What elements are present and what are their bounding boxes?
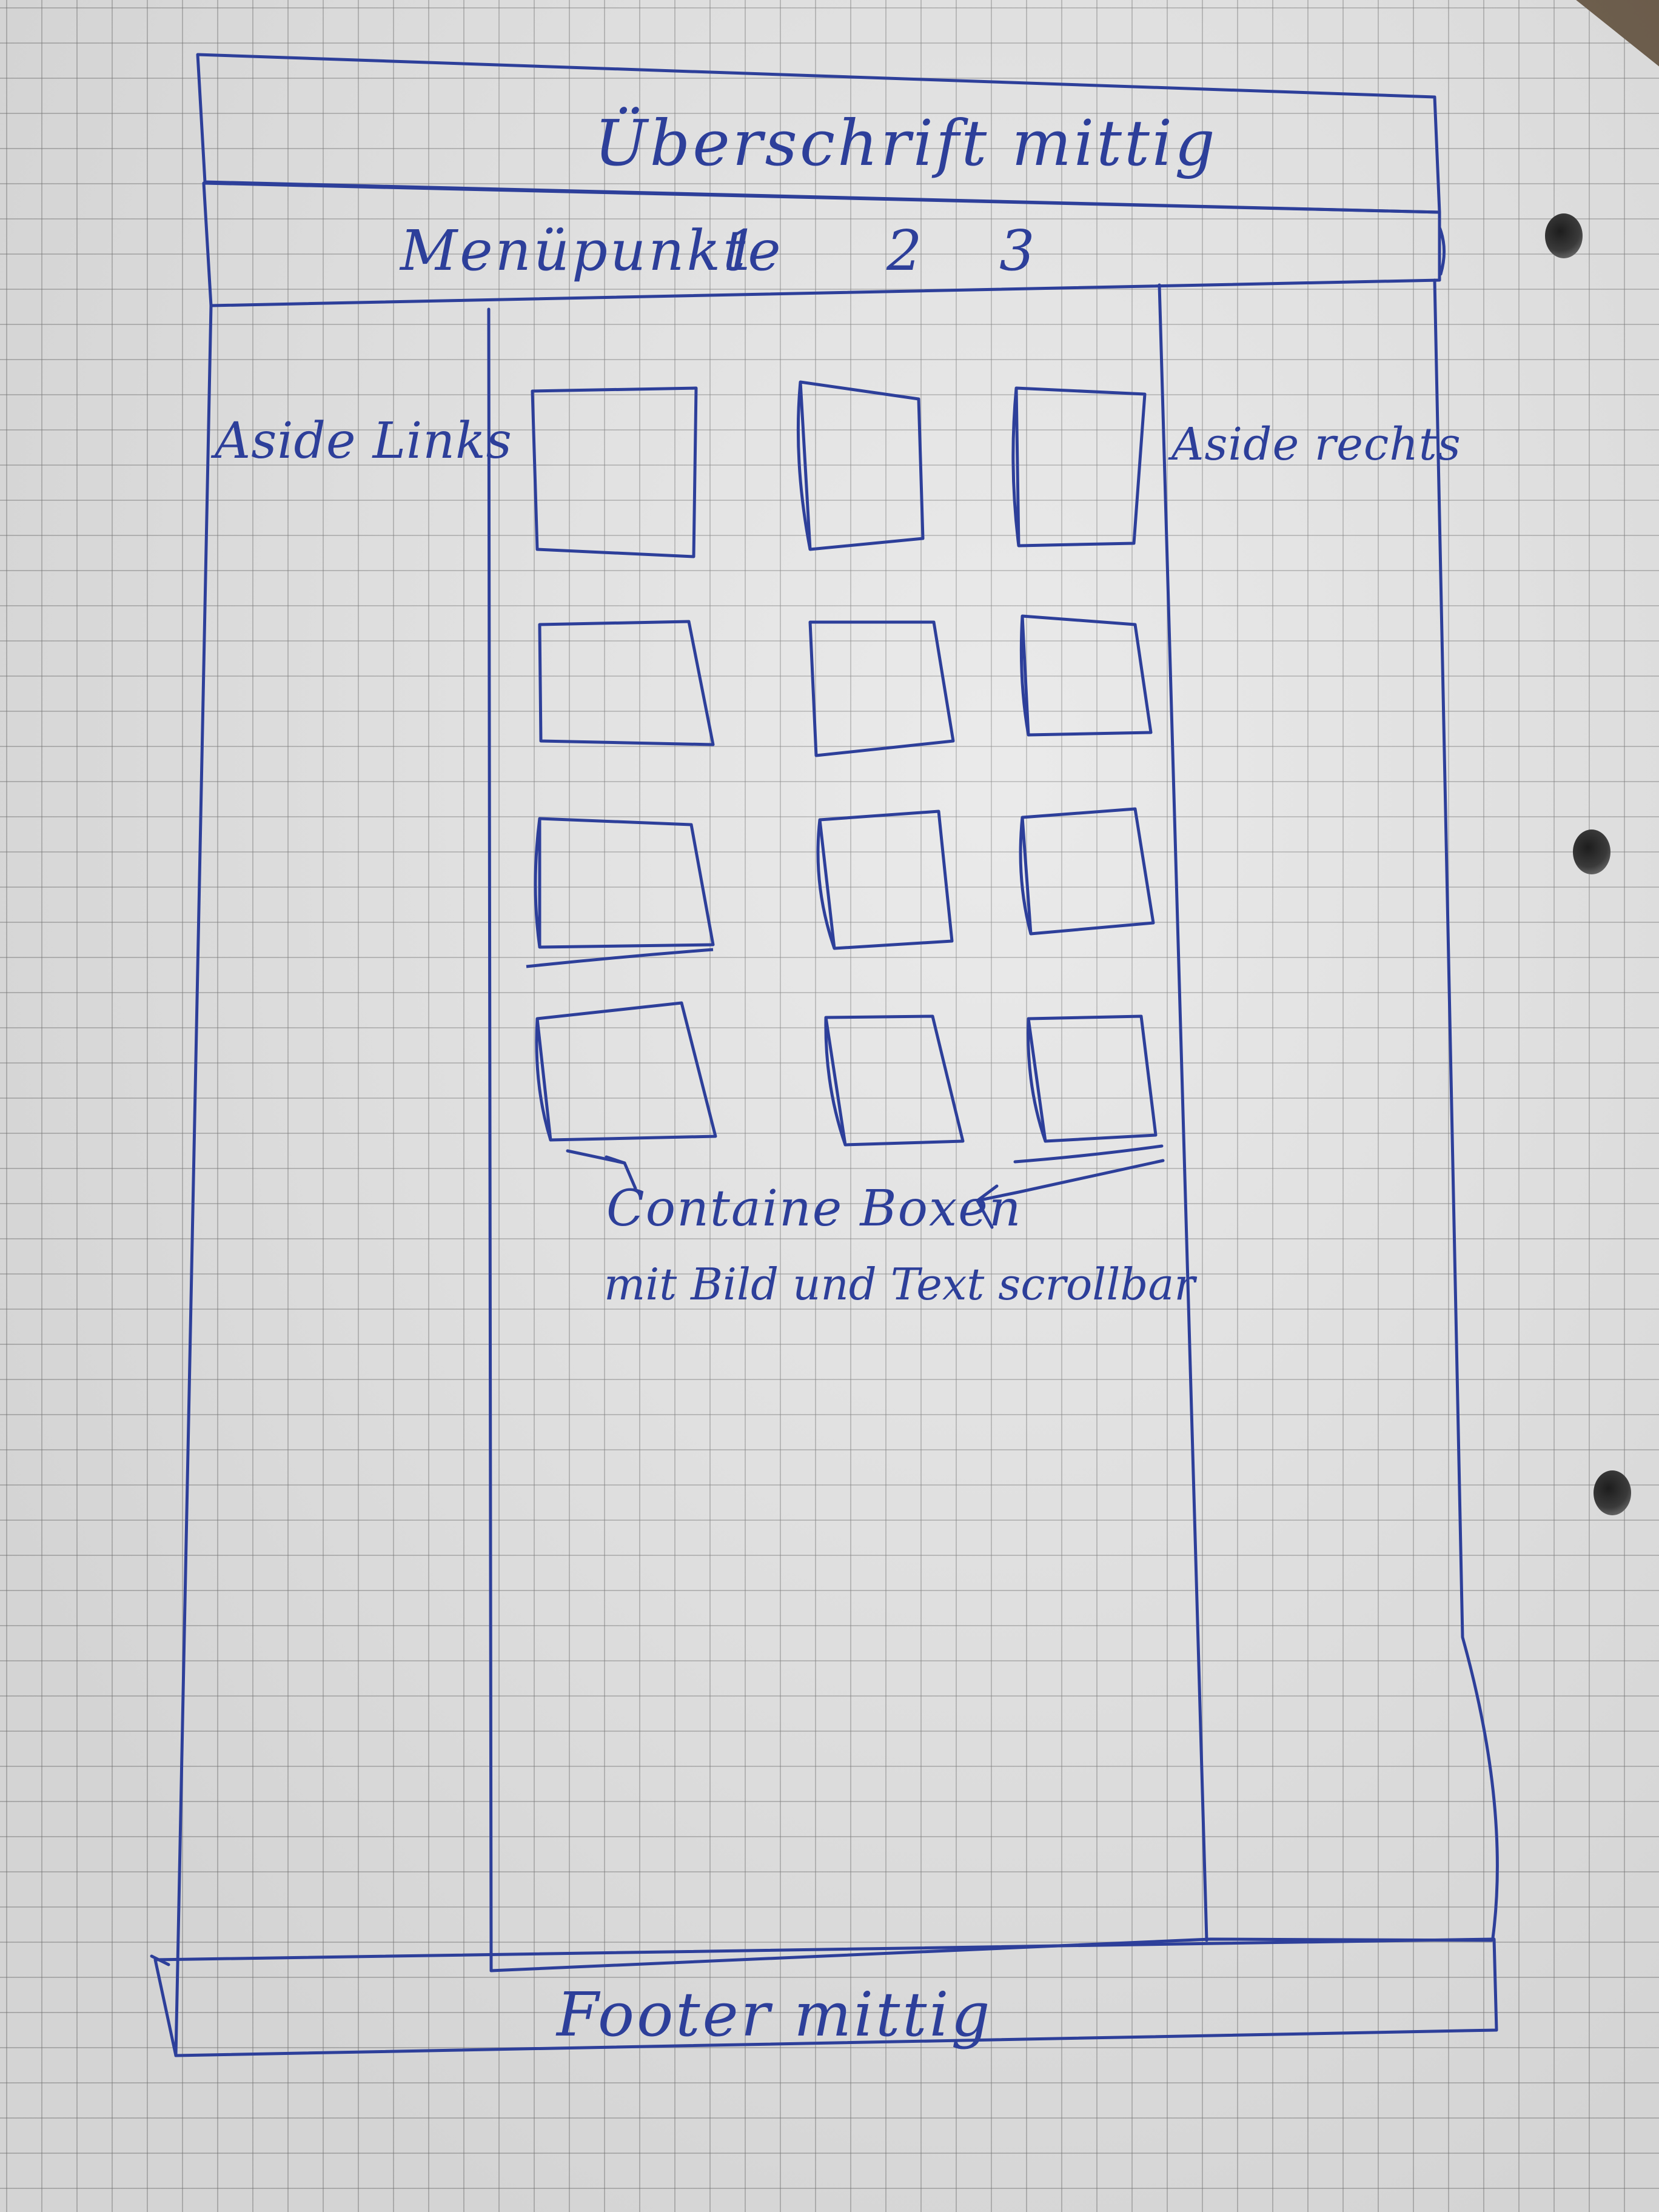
content-box: [818, 809, 954, 950]
right-aside-divider: [1158, 283, 1208, 1942]
content-box: [1021, 807, 1155, 936]
content-box: [1027, 1014, 1158, 1143]
content-note-line2: mit Bild und Text scrollbar: [604, 1259, 1195, 1310]
left-aside-divider: [487, 307, 493, 1972]
page-frame-left: [174, 304, 213, 2057]
content-box: [1014, 386, 1147, 548]
content-box-grid: [526, 380, 1158, 1147]
content-box: [799, 380, 925, 551]
menu-bar-box: [202, 181, 1441, 307]
content-bottom-line: [489, 1937, 1493, 1972]
content-box: [535, 1001, 717, 1142]
content-box: [538, 620, 715, 746]
header-title: Überschrift mittig: [594, 106, 1218, 180]
content-box: [1021, 614, 1153, 737]
page-frame-right: [1433, 278, 1499, 1940]
content-note-line1: Containe Boxen: [606, 1180, 1022, 1238]
footer-label: Footer mittig: [557, 1979, 993, 2050]
content-box: [531, 386, 698, 558]
content-box: [808, 620, 955, 757]
wireframe-sketch: [150, 53, 1499, 2057]
right-aside-label: Aside rechts: [1171, 418, 1461, 471]
content-box: [824, 1014, 965, 1147]
menu-item-2[interactable]: 2: [886, 218, 925, 283]
left-aside-label: Aside Links: [215, 412, 512, 470]
menu-item-1[interactable]: 1: [723, 218, 761, 283]
menu-item-3[interactable]: 3: [999, 218, 1037, 283]
content-box: [538, 817, 715, 949]
